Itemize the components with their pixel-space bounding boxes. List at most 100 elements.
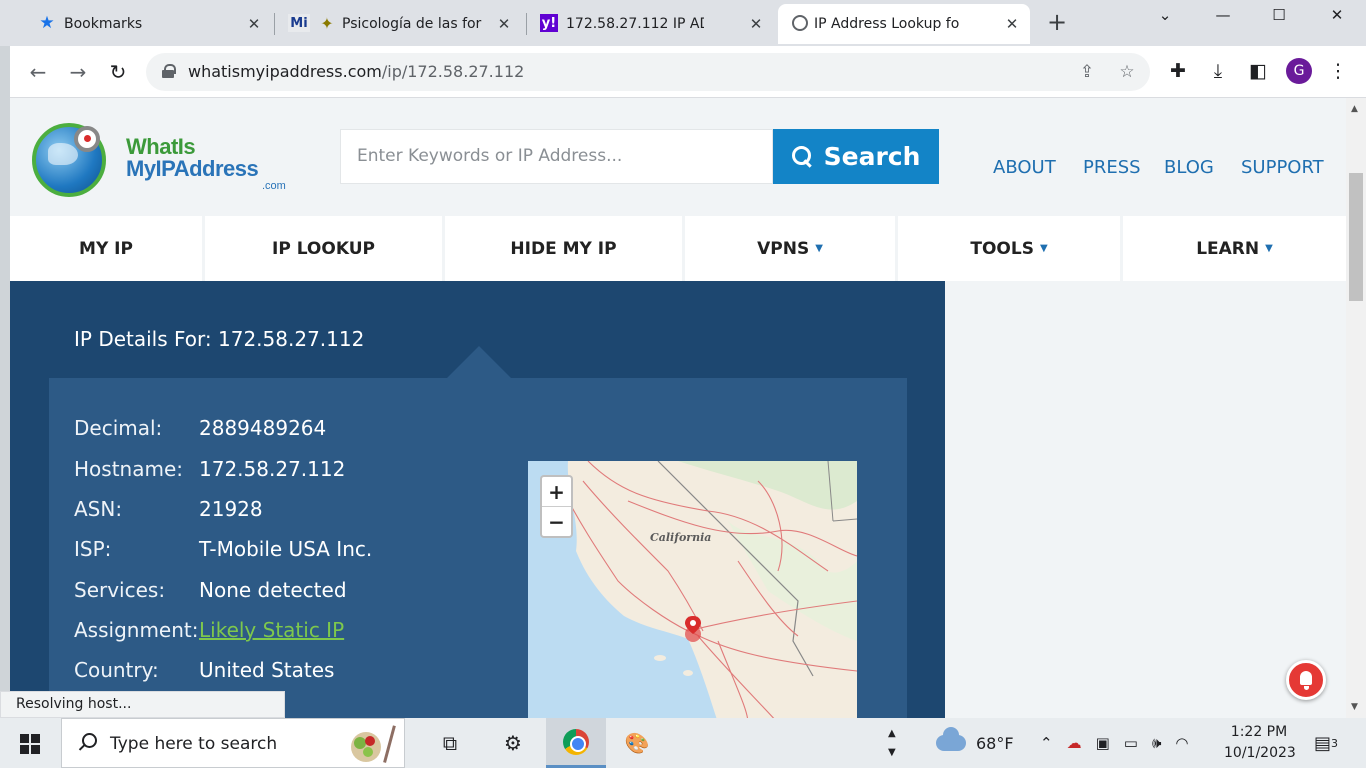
tab-title: Psicología de las form (342, 16, 482, 32)
tab-separator (274, 13, 275, 35)
detail-label: Services: (74, 578, 166, 602)
close-tab-icon[interactable]: ✕ (244, 14, 264, 34)
about-link[interactable]: ABOUT (993, 157, 1056, 178)
caret-down-icon: ▼ (1265, 243, 1273, 254)
logo-text-line3: .com (262, 180, 286, 192)
tab-bookmarks[interactable]: ★ Bookmarks ✕ (28, 4, 272, 44)
detail-value: 2889489264 (199, 416, 327, 440)
tab-title: 172.58.27.112 IP ADDESS (566, 16, 704, 32)
profile-avatar[interactable]: G (1286, 58, 1312, 84)
settings-gear-icon[interactable]: ⚙ (483, 718, 543, 768)
detail-row-country: Country: United States (74, 658, 334, 682)
map-marker-icon[interactable] (683, 616, 703, 644)
lock-icon (162, 64, 176, 78)
notification-center-glyph: ▤ (1314, 732, 1332, 754)
notification-center-icon[interactable]: ▤ 3 (1314, 718, 1338, 768)
download-icon[interactable]: ⤓ (1205, 58, 1231, 84)
camera-icon[interactable]: ▣ (1096, 734, 1110, 752)
close-tab-icon[interactable]: ✕ (746, 14, 766, 34)
nav-label: TOOLS (970, 238, 1034, 259)
map-zoom-control: + − (540, 475, 573, 538)
bookmark-star-icon[interactable]: ☆ (1116, 61, 1138, 83)
more-menu-icon[interactable]: ⋮ (1325, 58, 1351, 84)
windows-start-icon[interactable] (20, 734, 40, 754)
right-sidebar (945, 281, 1346, 718)
tab-yahoo[interactable]: y! 172.58.27.112 IP ADDESS ✕ (530, 4, 774, 44)
sparkle-icon: ✦ (320, 13, 334, 33)
detail-value: None detected (199, 578, 347, 602)
new-tab-button[interactable]: + (1044, 10, 1070, 36)
yahoo-icon: y! (540, 14, 558, 32)
detail-label: ISP: (74, 537, 112, 561)
detail-row-services: Services: None detected (74, 578, 347, 602)
assignment-link[interactable]: Likely Static IP (199, 618, 344, 642)
minimize-icon[interactable]: — (1194, 0, 1252, 30)
detail-value: 172.58.27.112 (199, 457, 346, 481)
battery-icon[interactable]: ▭ (1124, 734, 1138, 752)
taskbar-scroll-arrows[interactable]: ▲ ▼ (888, 718, 896, 768)
detail-value: 21928 (199, 497, 263, 521)
site-search-input[interactable]: Enter Keywords or IP Address... (340, 129, 773, 184)
reload-icon[interactable]: ↻ (104, 58, 132, 86)
taskbar-search-box[interactable]: Type here to search (61, 718, 405, 768)
detail-value: T-Mobile USA Inc. (199, 537, 373, 561)
address-bar[interactable]: whatismyipaddress.com/ip/172.58.27.112 ⇪… (146, 53, 1150, 91)
nav-learn[interactable]: LEARN ▼ (1123, 216, 1346, 281)
nav-ip-lookup[interactable]: IP LOOKUP (205, 216, 442, 281)
extensions-puzzle-icon[interactable]: ✚ (1165, 58, 1191, 84)
scrollbar-thumb[interactable] (1349, 173, 1363, 301)
onedrive-error-icon[interactable]: ☁ (1067, 734, 1082, 752)
forward-arrow-icon[interactable]: → (64, 58, 92, 86)
chrome-taskbar-icon[interactable] (546, 718, 606, 768)
tab-search-chevron-icon[interactable]: ⌄ (1136, 0, 1194, 30)
map-tiles (528, 461, 857, 718)
chevron-up-icon: ▲ (888, 728, 896, 739)
scroll-up-arrow-icon[interactable]: ▲ (1351, 104, 1358, 114)
weather-widget[interactable]: 68°F (936, 718, 1014, 768)
browser-tab-strip: ★ Bookmarks ✕ Mi ✦ Psicología de las for… (0, 0, 1366, 46)
page-scrollbar[interactable]: ▲ ▼ (1346, 98, 1366, 718)
tab-ip-lookup[interactable]: IP Address Lookup for 17 ✕ (778, 4, 1030, 44)
taskbar-search-text: Type here to search (110, 734, 278, 754)
taskbar-clock[interactable]: 1:22 PM 10/1/2023 (1224, 722, 1296, 764)
nav-label: HIDE MY IP (510, 238, 617, 259)
support-link[interactable]: SUPPORT (1241, 157, 1324, 178)
paint-palette-icon[interactable]: 🎨 (607, 718, 667, 768)
press-link[interactable]: PRESS (1083, 157, 1141, 178)
scroll-down-arrow-icon[interactable]: ▼ (1351, 702, 1358, 712)
detail-label: Assignment: (74, 618, 199, 642)
close-window-icon[interactable]: ✕ (1308, 0, 1366, 30)
wifi-icon[interactable]: ◠ (1175, 734, 1188, 752)
volume-icon[interactable]: 🕪 (1152, 734, 1161, 752)
detail-label: Decimal: (74, 416, 163, 440)
side-panel-icon[interactable]: ◧ (1245, 58, 1271, 84)
show-hidden-icons-chevron-icon[interactable]: ⌃ (1040, 734, 1053, 752)
nav-label: IP LOOKUP (272, 238, 375, 259)
close-tab-icon[interactable]: ✕ (494, 14, 514, 34)
windows-taskbar: Type here to search ⧉ ⚙ 🎨 ▲ ▼ 68°F ⌃ ☁ ▣ … (0, 718, 1366, 768)
maximize-icon[interactable]: ☐ (1250, 0, 1308, 30)
detail-label: Country: (74, 658, 159, 682)
task-view-icon[interactable]: ⧉ (420, 718, 480, 768)
tab-separator (526, 13, 527, 35)
detail-label: ASN: (74, 497, 123, 521)
bell-clapper (1304, 686, 1309, 690)
main-navigation: MY IP IP LOOKUP HIDE MY IP VPNS ▼ TOOLS ▼ … (10, 216, 1346, 281)
location-map[interactable]: California + − (528, 461, 857, 718)
zoom-out-button[interactable]: − (542, 507, 571, 537)
nav-hide-my-ip[interactable]: HIDE MY IP (445, 216, 682, 281)
nav-my-ip[interactable]: MY IP (10, 216, 202, 281)
weather-temperature: 68°F (976, 733, 1014, 753)
close-tab-icon[interactable]: ✕ (1002, 14, 1022, 34)
share-icon[interactable]: ⇪ (1076, 61, 1098, 83)
url-text[interactable]: whatismyipaddress.com/ip/172.58.27.112 (188, 62, 524, 81)
back-arrow-icon[interactable]: ← (24, 58, 52, 86)
notification-bell-button[interactable] (1286, 660, 1326, 700)
site-search-button[interactable]: Search (773, 129, 939, 184)
nav-vpns[interactable]: VPNS ▼ (685, 216, 895, 281)
tab-psicologia[interactable]: Mi ✦ Psicología de las form ✕ (278, 4, 522, 44)
nav-label: VPNS (757, 238, 810, 259)
nav-tools[interactable]: TOOLS ▼ (898, 216, 1120, 281)
zoom-in-button[interactable]: + (542, 477, 571, 507)
blog-link[interactable]: BLOG (1164, 157, 1214, 178)
